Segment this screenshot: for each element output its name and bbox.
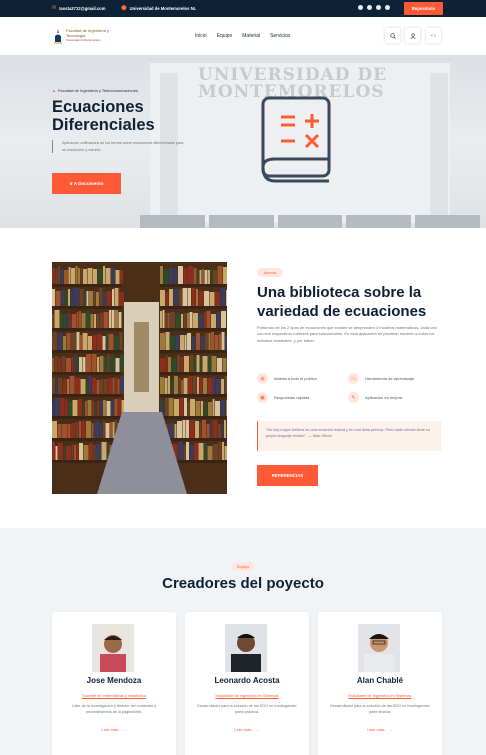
member-role[interactable]: Estudiante de Ingeniería en Sistemas xyxy=(318,694,442,698)
hero-title: Ecuaciones Diferenciales xyxy=(52,98,155,134)
member-role[interactable]: Docente en matemáticas y estadística xyxy=(52,694,176,698)
team-card: Alan Chablé Estudiante de Ingeniería en … xyxy=(318,612,442,755)
instagram-icon[interactable] xyxy=(385,5,390,10)
envelope-icon: ✉ xyxy=(52,5,57,11)
member-name: Jose Mendoza xyxy=(86,676,142,685)
logo-subtitle: Universidad de Montemorelos xyxy=(66,39,101,42)
read-more-link[interactable]: Leer más... → xyxy=(318,727,442,732)
team-badge: Equipo xyxy=(231,562,255,571)
member-name: Leonardo Acosta xyxy=(214,676,280,685)
location-pin-icon: ⬤ xyxy=(121,5,127,11)
arrow-right-icon: → xyxy=(255,727,260,732)
feature-learning: ▭ Herramienta de aprendizaje xyxy=(348,373,414,384)
team-card: Leonardo Acosta Estudiante de Ingeniería… xyxy=(185,612,309,755)
read-more-label: Leer más... xyxy=(367,727,388,732)
about-text: Partiendo de los 2 tipos de ecuaciones q… xyxy=(257,325,437,343)
logo-title: Facultad de Ingeniería y Tecnología xyxy=(66,28,109,38)
references-button[interactable]: REFERENCIAS xyxy=(257,465,318,486)
linkedin-icon[interactable] xyxy=(376,5,381,10)
member-name: Alan Chablé xyxy=(356,676,404,685)
faculty-label: Facultad de Ingeniería y Telecomunicacio… xyxy=(57,88,138,93)
globe-icon: ◍ xyxy=(257,373,268,384)
arrow-right-icon: → xyxy=(388,727,393,732)
menu-item-material[interactable]: Material xyxy=(242,33,260,39)
member-bio: Líder de la investigación y director del… xyxy=(71,704,157,714)
chat-icon: ▭ xyxy=(348,373,359,384)
quote-block: "No hay mayor belleza en una ecuación ex… xyxy=(257,421,441,451)
member-photo xyxy=(225,624,267,672)
read-more-label: Leer más... xyxy=(234,727,255,732)
menu-item-servicios[interactable]: Servicios xyxy=(270,33,290,39)
member-role[interactable]: Estudiante de Ingeniería en Sistemas xyxy=(185,694,309,698)
read-more-link[interactable]: Leer más... → xyxy=(185,727,309,732)
user-icon xyxy=(410,32,415,39)
team-title: Creadores del poyecto xyxy=(162,575,324,592)
email-text: Iaosta3712@gmail.com xyxy=(59,6,106,11)
social-links xyxy=(358,5,390,10)
team-card: Jose Mendoza Docente en matemáticas y es… xyxy=(52,612,176,755)
location-text: Universidad de Montemorelos NL xyxy=(129,6,197,11)
read-more-link[interactable]: Leer más... → xyxy=(52,727,176,732)
top-bar: ✉ Iaosta3712@gmail.com ⬤ Universidad de … xyxy=(0,0,486,17)
feature-open: ◍ Abierta a todo el público xyxy=(257,373,317,384)
navbar: Facultad de Ingeniería y Tecnología Univ… xyxy=(0,17,486,55)
feature-fast: ▣ Respuestas rapidas xyxy=(257,392,309,403)
about-badge: Acerca xyxy=(257,268,283,277)
contact-email[interactable]: ✉ Iaosta3712@gmail.com xyxy=(52,5,106,12)
read-more-label: Leer más... xyxy=(101,727,122,732)
search-icon xyxy=(389,32,396,39)
feature-improving: ✎ Aplicación en mejora xyxy=(348,392,402,403)
repository-button[interactable]: Repositorio xyxy=(404,2,443,15)
faculty-logo[interactable]: Facultad de Ingeniería y Tecnología Univ… xyxy=(52,27,122,47)
contact-location: ⬤ Universidad de Montemorelos NL xyxy=(121,5,197,12)
feature-label: Aplicación en mejora xyxy=(365,395,403,400)
logo-mark-icon xyxy=(54,29,62,44)
code-icon: ‹ › xyxy=(431,32,436,39)
team-section: Equipo Creadores del poyecto Jose Mendoz… xyxy=(0,528,486,755)
user-button[interactable] xyxy=(405,28,420,43)
arrow-right-icon: → xyxy=(122,727,127,732)
twitter-icon[interactable] xyxy=(367,5,372,10)
feature-label: Herramienta de aprendizaje xyxy=(365,376,415,381)
main-menu: Inicio Equipo Material Servicios xyxy=(195,33,290,39)
inbox-icon: ▣ xyxy=(257,392,268,403)
menu-item-inicio[interactable]: Inicio xyxy=(195,33,207,39)
book-math-icon xyxy=(261,96,331,183)
hero-faculty: ▲ Facultad de Ingeniería y Telecomunicac… xyxy=(52,88,138,93)
facebook-icon[interactable] xyxy=(358,5,363,10)
search-button[interactable] xyxy=(385,28,400,43)
code-button[interactable]: ‹ › xyxy=(426,28,441,43)
library-photo xyxy=(52,262,227,494)
member-photo xyxy=(358,624,400,672)
member-photo xyxy=(92,624,134,672)
feature-label: Respuestas rapidas xyxy=(274,395,310,400)
menu-item-equipo[interactable]: Equipo xyxy=(217,33,233,39)
member-bio: Desarrollador para la solución de las ED… xyxy=(197,704,297,714)
go-to-document-button[interactable]: Ir A Documento xyxy=(52,173,121,194)
building-icon: ▲ xyxy=(52,88,56,93)
about-title: Una biblioteca sobre la variedad de ecua… xyxy=(257,284,427,320)
hero-description: Aplicación unificadora de los temas sobr… xyxy=(52,140,187,153)
hammer-icon: ✎ xyxy=(348,392,359,403)
member-bio: Desarrollador para la solución de las ED… xyxy=(330,704,430,714)
hero-section: UNIVERSIDAD DE MONTEMORELOS ▲ Facultad d… xyxy=(0,55,486,228)
library-illustration xyxy=(52,262,227,494)
feature-label: Abierta a todo el público xyxy=(274,376,317,381)
